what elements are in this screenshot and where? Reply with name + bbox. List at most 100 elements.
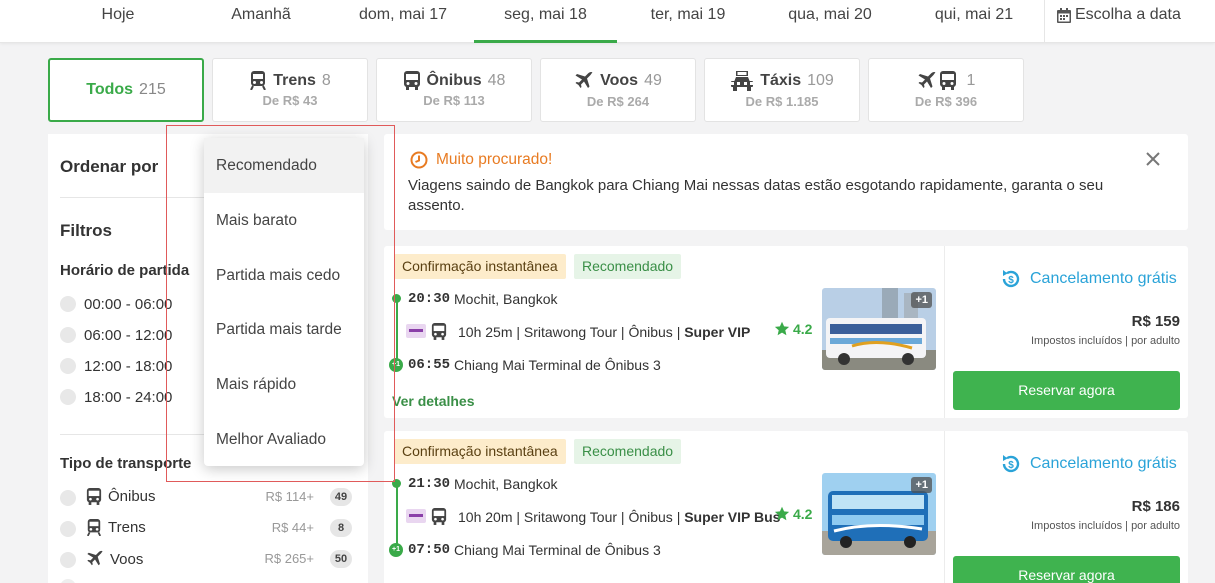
date-tab-thu-21[interactable]: qui, mai 21: [920, 0, 1028, 43]
date-tab-mon-18[interactable]: seg, mai 18: [474, 0, 617, 43]
rating-value: 4.2: [793, 506, 813, 522]
price: R$ 186: [1131, 498, 1180, 515]
cancellation-label: Cancelamento grátis: [1030, 270, 1177, 287]
alert-text: Viagens saindo de Bangkok para Chiang Ma…: [408, 177, 1104, 214]
departure-place: Mochit, Bangkok: [454, 291, 558, 307]
divider: [944, 246, 945, 418]
date-tab-label: Hoje: [101, 6, 135, 23]
time-checkbox-1[interactable]: [60, 327, 76, 343]
transport-filter-bus[interactable]: Ônibus R$ 114+ 49: [60, 486, 356, 510]
free-cancellation: $ Cancelamento grátis: [1000, 268, 1177, 290]
mode-tab-count: 8: [321, 71, 331, 89]
sort-option-cheapest[interactable]: Mais barato: [204, 193, 364, 248]
transport-filter-flight[interactable]: Voos R$ 265+ 50: [60, 548, 356, 572]
transport-name: Voos: [110, 550, 144, 568]
mode-tab-taxis[interactable]: Táxis 109 De R$ 1.185: [704, 58, 860, 122]
time-checkbox-3[interactable]: [60, 389, 76, 405]
timeline-end-dot: +1: [389, 358, 403, 372]
transport-filter-train[interactable]: Trens R$ 44+ 8: [60, 517, 356, 541]
mode-tab-flights[interactable]: Voos 49 De R$ 264: [540, 58, 696, 122]
transport-price: R$ 265+: [264, 551, 314, 566]
transport-checkbox[interactable]: [60, 521, 76, 537]
refresh-icon: $: [1000, 268, 1022, 290]
sort-option-best-rated[interactable]: Melhor Avaliado: [204, 412, 364, 467]
tax-note: Impostos incluídos | por adulto: [1031, 335, 1180, 347]
trip-info: 10h 25m | Sritawong Tour | Ônibus | Supe…: [458, 324, 750, 340]
operator-logo: [406, 324, 426, 338]
date-tab-label: ter, mai 19: [650, 6, 726, 23]
mode-tab-label: Táxis: [760, 72, 802, 89]
trip-info: 10h 20m | Sritawong Tour | Ônibus | Supe…: [458, 509, 780, 525]
result-card[interactable]: Confirmação instantânea Recomendado +1 2…: [384, 246, 1188, 418]
time-range-label: 00:00 - 06:00: [84, 296, 173, 313]
transport-checkbox-partial[interactable]: [60, 579, 76, 583]
high-demand-alert: Muito procurado! Viagens saindo de Bangk…: [384, 134, 1188, 230]
train-icon: [249, 71, 267, 90]
time-checkbox-0[interactable]: [60, 296, 76, 312]
sort-option-fastest[interactable]: Mais rápido: [204, 357, 364, 412]
time-checkbox-2[interactable]: [60, 358, 76, 374]
view-details-link[interactable]: Ver detalhes: [392, 393, 475, 409]
transport-checkbox[interactable]: [60, 490, 76, 506]
mode-tab-label: Ônibus: [426, 71, 482, 89]
arrival-place: Chiang Mai Terminal de Ônibus 3: [454, 542, 661, 558]
date-tab-tue-19[interactable]: ter, mai 19: [636, 0, 740, 43]
more-photos-badge: +1: [911, 292, 932, 308]
choose-date-label: Escolha a data: [1075, 6, 1181, 23]
refresh-icon: $: [1000, 453, 1022, 475]
mode-tab-label: Todos: [86, 81, 134, 98]
mode-tab-all[interactable]: Todos 215: [48, 58, 204, 122]
bus-class: Super VIP Bus: [684, 509, 781, 525]
time-range-label: 06:00 - 12:00: [84, 327, 173, 344]
divider: [944, 431, 945, 583]
departure-place: Mochit, Bangkok: [454, 476, 558, 492]
tax-note: Impostos incluídos | por adulto: [1031, 520, 1180, 532]
filters-heading: Filtros: [60, 221, 112, 240]
sort-option-latest[interactable]: Partida mais tarde: [204, 302, 364, 357]
bus-icon: [86, 488, 102, 505]
mode-tab-label: Voos: [600, 72, 639, 89]
rating: 4.2: [774, 321, 812, 337]
train-icon: [86, 519, 102, 536]
book-now-button[interactable]: Reservar agora: [953, 556, 1180, 583]
arrival-time: 06:55: [408, 357, 451, 373]
plane-bus-icon: [917, 71, 957, 91]
transport-name: Trens: [108, 519, 146, 536]
choose-date-button[interactable]: Escolha a data: [1044, 0, 1215, 42]
date-tab-today[interactable]: Hoje: [78, 0, 158, 43]
timeline-end-dot: +1: [389, 543, 403, 557]
bus-photo[interactable]: +1: [822, 288, 936, 370]
mode-tab-trains[interactable]: Trens 8 De R$ 43: [212, 58, 368, 122]
trip-summary: 10h 20m | Sritawong Tour | Ônibus |: [458, 509, 685, 525]
close-icon[interactable]: [1146, 152, 1160, 166]
calendar-icon: [1057, 6, 1075, 23]
recommended-badge: Recomendado: [574, 254, 682, 279]
departure-time-heading: Horário de partida: [60, 262, 190, 279]
date-tab-tomorrow[interactable]: Amanhã: [205, 0, 317, 43]
recommended-badge: Recomendado: [574, 439, 682, 464]
bus-photo[interactable]: +1: [822, 473, 936, 555]
date-tab-wed-20[interactable]: qua, mai 20: [774, 0, 886, 43]
time-range-label: 12:00 - 18:00: [84, 358, 173, 375]
transport-checkbox[interactable]: [60, 552, 76, 568]
transport-count-badge: 49: [330, 488, 352, 506]
arrival-place: Chiang Mai Terminal de Ônibus 3: [454, 357, 661, 373]
departure-time: 20:30: [408, 291, 451, 307]
clock-icon: [410, 151, 428, 169]
date-tab-sun-17[interactable]: dom, mai 17: [348, 0, 458, 43]
mode-tab-price: De R$ 113: [423, 93, 485, 108]
departure-time: 21:30: [408, 476, 451, 492]
mode-tab-buses[interactable]: Ônibus 48 De R$ 113: [376, 58, 532, 122]
date-tab-label: Amanhã: [231, 6, 291, 23]
result-card[interactable]: Confirmação instantânea Recomendado +1 2…: [384, 431, 1188, 583]
sort-option-recommended[interactable]: Recomendado: [204, 138, 364, 193]
free-cancellation: $ Cancelamento grátis: [1000, 453, 1177, 475]
book-now-button[interactable]: Reservar agora: [953, 371, 1180, 410]
instant-confirmation-badge: Confirmação instantânea: [394, 254, 566, 279]
transport-price: R$ 44+: [271, 520, 314, 535]
bus-icon: [431, 323, 447, 340]
sort-option-earliest[interactable]: Partida mais cedo: [204, 248, 364, 303]
sort-by-label[interactable]: Ordenar por: [60, 157, 158, 177]
mode-tab-plane-bus[interactable]: 1 De R$ 396: [868, 58, 1024, 122]
transport-count-badge: 8: [330, 519, 352, 537]
